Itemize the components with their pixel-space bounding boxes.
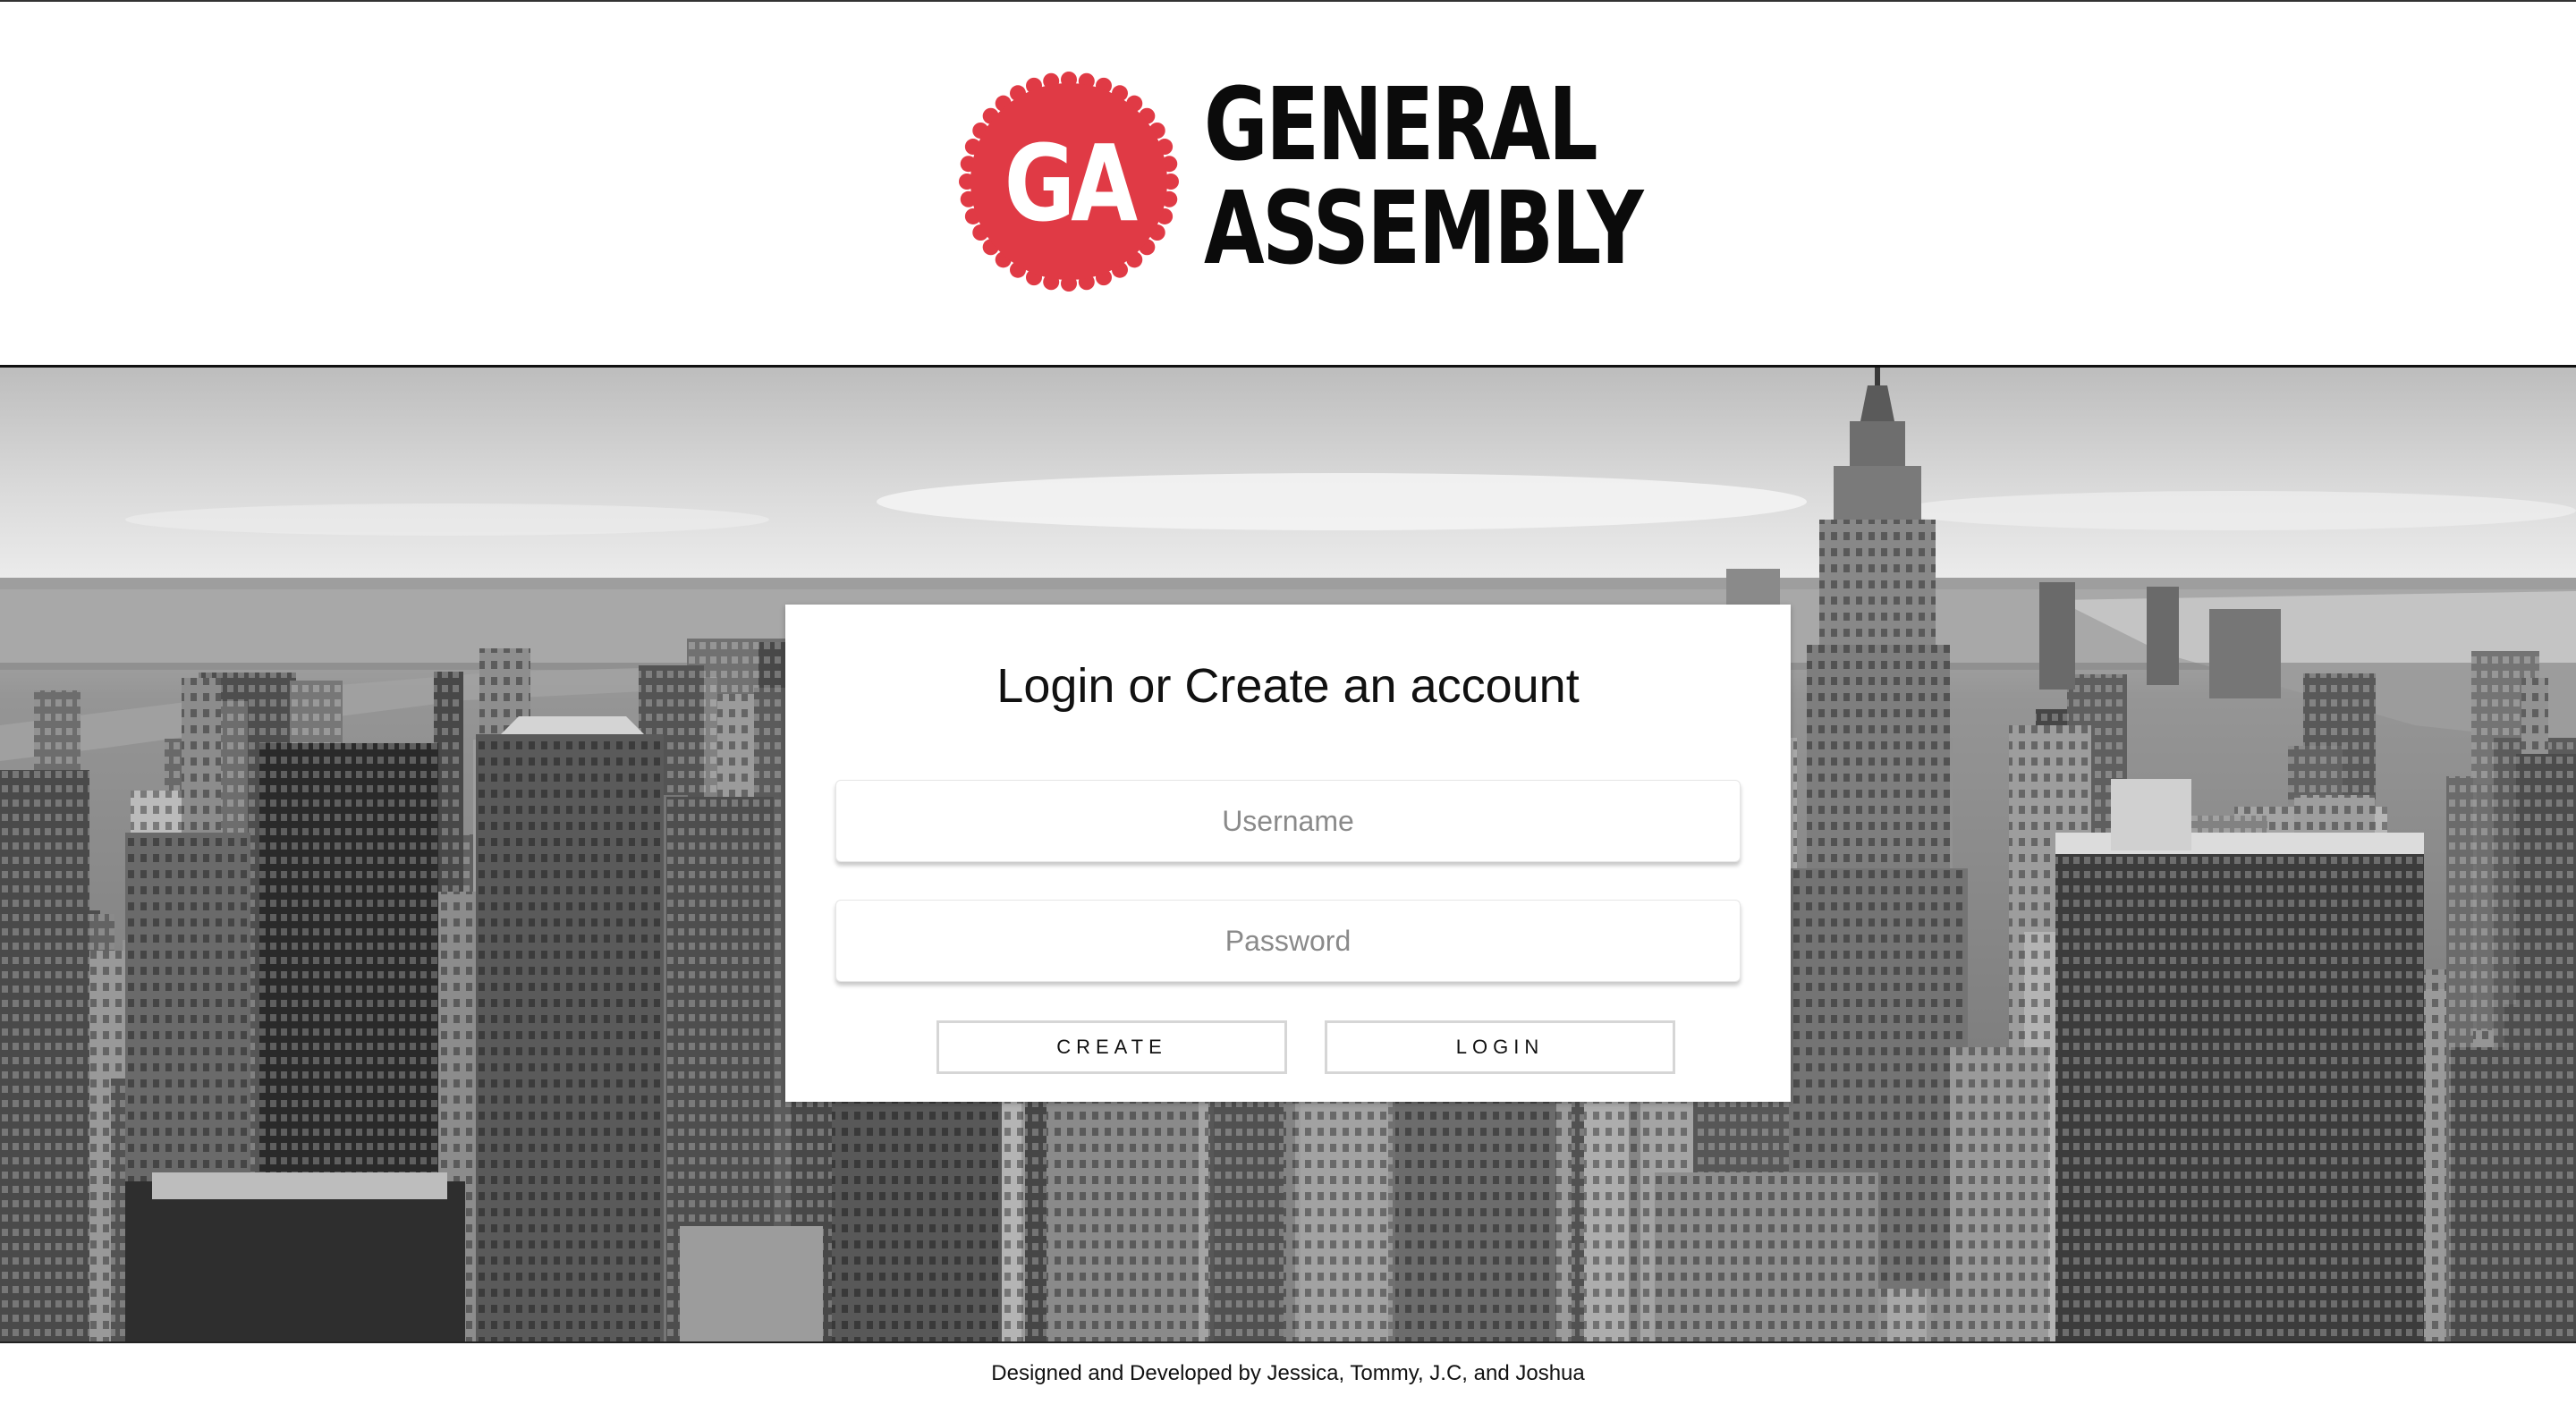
wordmark-line-2: ASSEMBLY [1204,171,1644,287]
dark-tower-right [2055,833,2424,1341]
login-button[interactable]: LOGIN [1325,1020,1675,1074]
login-card: Login or Create an account CREATE LOGIN [785,605,1791,1102]
login-title: Login or Create an account [996,659,1580,713]
hero-divider [0,1341,2576,1343]
ga-badge-icon: GA [959,72,1179,292]
username-input[interactable] [835,780,1741,862]
password-input[interactable] [835,900,1741,982]
badge-text: GA [1004,123,1138,246]
create-button[interactable]: CREATE [936,1020,1287,1074]
login-page: GA GENERAL ASSEMBLY Login or Create an a… [0,0,2576,1413]
wordmark: GENERAL ASSEMBLY [1204,67,1644,287]
wordmark-line-1: GENERAL [1204,67,1598,183]
general-assembly-logo: GA GENERAL ASSEMBLY [957,67,1644,293]
footer-credit: Designed and Developed by Jessica, Tommy… [991,1361,1585,1385]
site-header: GA GENERAL ASSEMBLY [0,2,2576,367]
